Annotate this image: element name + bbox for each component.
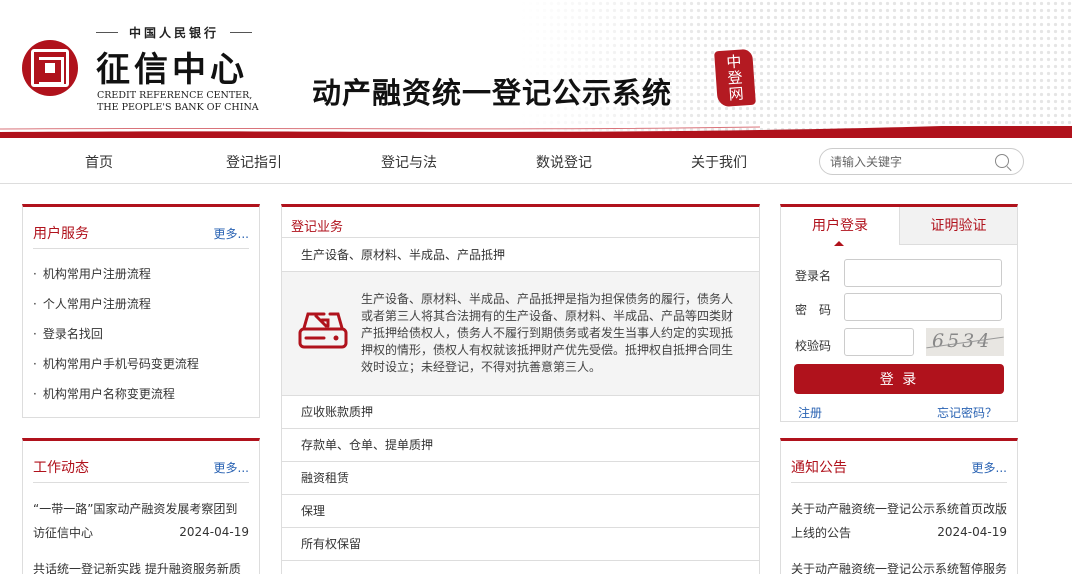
captcha-label: 校验码 bbox=[795, 339, 832, 353]
username-label: 登录名 bbox=[795, 269, 832, 283]
business-row-label: 融资租赁 bbox=[301, 471, 350, 485]
search-box bbox=[819, 148, 1024, 175]
service-item[interactable]: 机构常用户注册流程 bbox=[33, 265, 151, 282]
registration-business-panel: 登记业务 生产设备、原材料、半成品、产品抵押 生产设备、原材料、半成品、产品抵押… bbox=[281, 204, 760, 574]
map-fade bbox=[520, 0, 720, 132]
user-service-more-link[interactable]: 更多... bbox=[214, 225, 249, 242]
notice-date: 2024-04-19 bbox=[937, 525, 1007, 539]
search-icon[interactable] bbox=[995, 154, 1009, 168]
register-link[interactable]: 注册 bbox=[798, 404, 822, 421]
business-row-label: 存款单、仓单、提单质押 bbox=[301, 438, 434, 452]
mortgage-equipment-icon bbox=[298, 312, 348, 349]
nav-guide[interactable]: 登记指引 bbox=[226, 152, 282, 172]
business-row[interactable] bbox=[282, 560, 759, 574]
zhongdeng-seal-icon: 中 登 网 bbox=[714, 48, 756, 108]
business-row-label: 生产设备、原材料、半成品、产品抵押 bbox=[301, 248, 506, 262]
notice-more-link[interactable]: 更多... bbox=[972, 459, 1007, 476]
nav-home[interactable]: 首页 bbox=[85, 152, 113, 172]
business-detail: 生产设备、原材料、半成品、产品抵押是指为担保债务的履行，债务人或者第三人将其合法… bbox=[282, 271, 759, 395]
active-tab-caret-icon bbox=[834, 241, 844, 246]
notice-title: 通知公告 bbox=[791, 460, 847, 476]
captcha-code: 6534 bbox=[932, 330, 993, 352]
news-date: 2024-04-19 bbox=[179, 525, 249, 539]
password-input[interactable] bbox=[844, 293, 1002, 321]
notice-item[interactable]: 关于动产融资统一登记公示系统暂停服务 bbox=[791, 557, 1007, 574]
service-item[interactable]: 机构常用户手机号码变更流程 bbox=[33, 355, 199, 372]
password-label: 密 码 bbox=[795, 303, 832, 317]
login-button[interactable]: 登 录 bbox=[794, 364, 1004, 394]
business-row-label: 应收账款质押 bbox=[301, 405, 374, 419]
news-item[interactable]: 共话统一登记新实践 提升融资服务新质 bbox=[33, 557, 249, 574]
nav-law[interactable]: 登记与法 bbox=[381, 152, 437, 172]
tab-certificate-verify[interactable]: 证明验证 bbox=[899, 207, 1017, 245]
divider bbox=[791, 482, 1007, 483]
pboc-label: 中国人民银行 bbox=[96, 24, 252, 41]
nav-about[interactable]: 关于我们 bbox=[691, 152, 747, 172]
divider bbox=[33, 248, 249, 249]
service-item[interactable]: 登录名找回 bbox=[33, 325, 103, 342]
work-news-panel: 工作动态 更多... “一带一路”国家动产融资发展考察团到访征信中心 2024-… bbox=[22, 438, 260, 574]
captcha-image[interactable]: 6534 bbox=[926, 328, 1004, 356]
business-row[interactable]: 融资租赁 bbox=[282, 461, 759, 494]
service-item[interactable]: 个人常用户注册流程 bbox=[33, 295, 151, 312]
system-title: 动产融资统一登记公示系统 bbox=[312, 76, 673, 110]
business-row-label: 保理 bbox=[301, 504, 326, 518]
username-input[interactable] bbox=[844, 259, 1002, 287]
captcha-input[interactable] bbox=[844, 328, 914, 356]
crc-logo-icon[interactable] bbox=[22, 40, 78, 96]
business-row[interactable]: 存款单、仓单、提单质押 bbox=[282, 428, 759, 461]
seal-char-3: 网 bbox=[727, 84, 745, 104]
forgot-password-link[interactable]: 忘记密码？ bbox=[937, 404, 997, 421]
user-service-title: 用户服务 bbox=[33, 226, 89, 242]
business-row[interactable]: 保理 bbox=[282, 494, 759, 527]
divider bbox=[33, 482, 249, 483]
business-row-active[interactable]: 生产设备、原材料、半成品、产品抵押 bbox=[282, 237, 759, 271]
site-header: 中国人民银行 征信中心 CREDIT REFERENCE CENTER, THE… bbox=[0, 0, 1072, 138]
tab-user-login[interactable]: 用户登录 bbox=[781, 207, 899, 245]
business-row[interactable]: 所有权保留 bbox=[282, 527, 759, 560]
search-input[interactable] bbox=[830, 153, 990, 171]
logo-english-line1: CREDIT REFERENCE CENTER, bbox=[97, 90, 253, 101]
main-nav: 首页 登记指引 登记与法 数说登记 关于我们 bbox=[0, 138, 1072, 184]
service-item[interactable]: 机构常用户名称变更流程 bbox=[33, 385, 175, 402]
user-service-panel: 用户服务 更多... 机构常用户注册流程 个人常用户注册流程 登录名找回 机构常… bbox=[22, 204, 260, 418]
work-news-title: 工作动态 bbox=[33, 460, 89, 476]
nav-statistics[interactable]: 数说登记 bbox=[536, 152, 592, 172]
logo-english: CREDIT REFERENCE CENTER, THE PEOPLE'S BA… bbox=[97, 90, 259, 114]
business-detail-text: 生产设备、原材料、半成品、产品抵押是指为担保债务的履行，债务人或者第三人将其合法… bbox=[361, 292, 734, 374]
notice-panel: 通知公告 更多... 关于动产融资统一登记公示系统首页改版上线的公告 2024-… bbox=[780, 438, 1018, 574]
logo-title[interactable]: 征信中心 bbox=[96, 42, 248, 91]
business-row[interactable]: 应收账款质押 bbox=[282, 395, 759, 428]
work-news-more-link[interactable]: 更多... bbox=[214, 459, 249, 476]
business-title: 登记业务 bbox=[291, 220, 344, 235]
business-row-label: 所有权保留 bbox=[301, 537, 362, 551]
header-swoosh bbox=[0, 126, 1072, 138]
login-panel: 用户登录 证明验证 登录名 密 码 校验码 6534 登 录 注册 忘记密码？ bbox=[780, 204, 1018, 422]
logo-english-line2: THE PEOPLE'S BANK OF CHINA bbox=[97, 102, 259, 113]
